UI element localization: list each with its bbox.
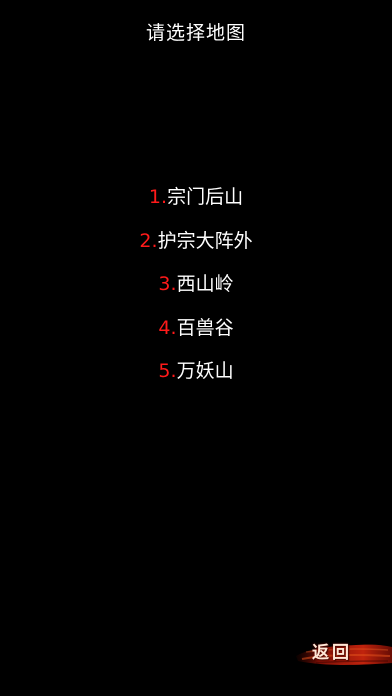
map-name: 百兽谷 bbox=[176, 316, 234, 339]
map-option-5[interactable]: 5.万妖山 bbox=[0, 350, 392, 394]
map-option-4[interactable]: 4.百兽谷 bbox=[0, 307, 392, 351]
map-number: 1. bbox=[148, 186, 168, 208]
map-name: 西山岭 bbox=[176, 273, 234, 295]
map-option-2[interactable]: 2.护宗大阵外 bbox=[0, 220, 392, 264]
map-number: 3. bbox=[158, 273, 177, 295]
map-name: 宗门后山 bbox=[167, 186, 244, 208]
map-name: 万妖山 bbox=[176, 360, 234, 382]
map-name: 护宗大阵外 bbox=[157, 229, 253, 252]
map-number: 2. bbox=[139, 229, 158, 252]
back-label: 返回 bbox=[312, 643, 352, 663]
map-number: 4. bbox=[158, 316, 177, 339]
back-button[interactable]: 返回 bbox=[292, 630, 392, 674]
map-option-1[interactable]: 1.宗门后山 bbox=[0, 176, 392, 220]
map-number: 5. bbox=[158, 360, 177, 382]
map-option-3[interactable]: 3.西山岭 bbox=[0, 263, 392, 307]
page-title: 请选择地图 bbox=[145, 22, 246, 44]
map-list: 1.宗门后山 2.护宗大阵外 3.西山岭 4.百兽谷 5.万妖山 bbox=[0, 176, 392, 394]
